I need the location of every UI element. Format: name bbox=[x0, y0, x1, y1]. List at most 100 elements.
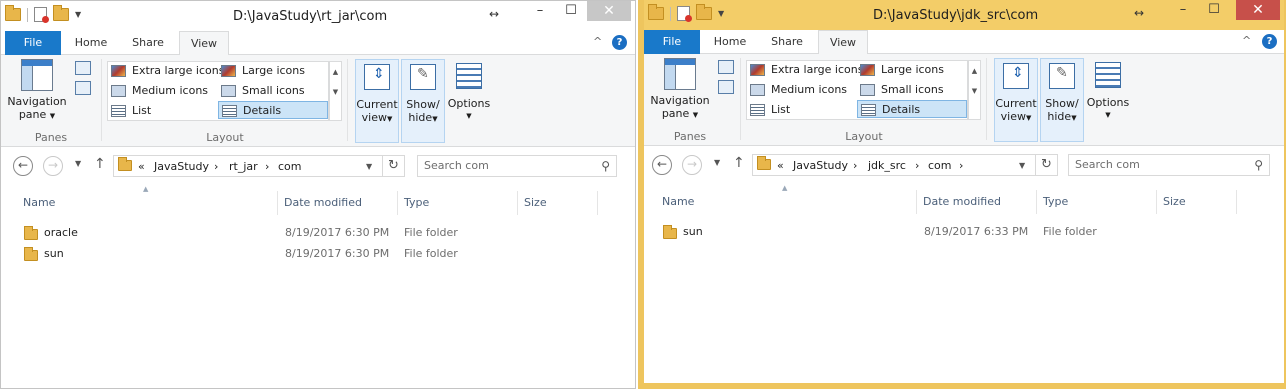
layout-extra-large-icons[interactable]: Extra large icons bbox=[108, 62, 224, 80]
help-button[interactable]: ? bbox=[612, 35, 627, 50]
options-button[interactable]: Options ▼ bbox=[447, 59, 491, 143]
maximize-button[interactable]: ☐ bbox=[556, 1, 586, 21]
layout-extra-large-icons[interactable]: Extra large icons bbox=[747, 61, 863, 79]
search-input[interactable] bbox=[424, 159, 574, 172]
divider[interactable] bbox=[597, 191, 598, 215]
address-dropdown-icon[interactable]: ▼ bbox=[366, 162, 372, 171]
divider[interactable] bbox=[1036, 190, 1037, 214]
divider[interactable] bbox=[517, 191, 518, 215]
customize-toolbar-dropdown-icon[interactable]: ▼ bbox=[718, 9, 724, 18]
maximize-button[interactable]: ☐ bbox=[1199, 0, 1229, 20]
options-button[interactable]: Options ▼ bbox=[1086, 58, 1130, 142]
layout-details[interactable]: Details bbox=[218, 101, 328, 119]
tab-view[interactable]: View bbox=[818, 30, 868, 55]
recent-locations-dropdown-icon[interactable]: ▼ bbox=[714, 158, 720, 167]
layout-list[interactable]: List bbox=[108, 102, 218, 120]
folder-icon[interactable] bbox=[648, 4, 664, 20]
back-button[interactable]: ← bbox=[652, 155, 672, 175]
preview-pane-button[interactable] bbox=[75, 61, 91, 75]
search-box[interactable]: ⚲ bbox=[1068, 154, 1270, 176]
layout-medium-icons[interactable]: Medium icons bbox=[108, 82, 218, 100]
layout-small-icons[interactable]: Small icons bbox=[218, 82, 328, 100]
show-hide-button[interactable]: Show/ hide▼ bbox=[401, 59, 445, 143]
layout-large-icons[interactable]: Large icons bbox=[857, 61, 967, 79]
search-input[interactable] bbox=[1075, 158, 1225, 171]
breadcrumb-separator[interactable]: › bbox=[853, 159, 857, 172]
list-item[interactable]: sun 8/19/2017 6:30 PM File folder bbox=[24, 243, 564, 264]
list-item[interactable]: sun 8/19/2017 6:33 PM File folder bbox=[663, 221, 1203, 242]
tab-share[interactable]: Share bbox=[762, 30, 812, 54]
breadcrumb-overflow[interactable]: « bbox=[138, 160, 145, 173]
minimize-button[interactable]: – bbox=[1168, 0, 1198, 20]
tab-home[interactable]: Home bbox=[706, 30, 754, 54]
layout-details[interactable]: Details bbox=[857, 100, 967, 118]
layout-large-icons[interactable]: Large icons bbox=[218, 62, 328, 80]
current-view-button[interactable]: Current view▼ bbox=[355, 59, 399, 143]
folder-icon[interactable] bbox=[5, 5, 21, 21]
refresh-button[interactable]: ↻ bbox=[1035, 155, 1057, 175]
breadcrumb-jdk-src[interactable]: jdk_src bbox=[868, 159, 906, 172]
breadcrumb-separator[interactable]: › bbox=[265, 160, 269, 173]
current-view-button[interactable]: Current view▼ bbox=[994, 58, 1038, 142]
breadcrumb-rt-jar[interactable]: rt_jar bbox=[229, 160, 258, 173]
customize-toolbar-dropdown-icon[interactable]: ▼ bbox=[75, 10, 81, 19]
divider[interactable] bbox=[916, 190, 917, 214]
new-folder-icon[interactable] bbox=[696, 4, 712, 20]
tab-home[interactable]: Home bbox=[67, 31, 115, 55]
address-dropdown-icon[interactable]: ▼ bbox=[1019, 161, 1025, 170]
minimize-ribbon-icon[interactable]: ^ bbox=[1242, 34, 1251, 47]
column-header-date-modified[interactable]: Date modified bbox=[284, 191, 362, 215]
layout-gallery-scroll[interactable]: ▲ ▼ bbox=[968, 60, 981, 120]
column-header-size[interactable]: Size bbox=[524, 191, 547, 215]
layout-list[interactable]: List bbox=[747, 101, 857, 119]
breadcrumb-javastudy[interactable]: JavaStudy bbox=[154, 160, 209, 173]
refresh-button[interactable]: ↻ bbox=[382, 156, 404, 176]
breadcrumb-com[interactable]: com bbox=[928, 159, 952, 172]
address-bar[interactable]: « JavaStudy › jdk_src › com › ▼ ↻ bbox=[752, 154, 1058, 176]
properties-icon[interactable] bbox=[677, 6, 692, 22]
close-button[interactable]: ✕ bbox=[587, 1, 631, 21]
navigation-pane-button[interactable]: Navigation pane ▼ bbox=[650, 58, 710, 122]
tab-share[interactable]: Share bbox=[123, 31, 173, 55]
forward-button[interactable]: → bbox=[682, 155, 702, 175]
column-header-type[interactable]: Type bbox=[404, 191, 429, 215]
list-item[interactable]: oracle 8/19/2017 6:30 PM File folder bbox=[24, 222, 564, 243]
new-folder-icon[interactable] bbox=[53, 5, 69, 21]
breadcrumb-separator[interactable]: › bbox=[915, 159, 919, 172]
divider[interactable] bbox=[1236, 190, 1237, 214]
address-bar[interactable]: « JavaStudy › rt_jar › com ▼ ↻ bbox=[113, 155, 405, 177]
up-button[interactable]: ↑ bbox=[733, 155, 745, 171]
column-header-type[interactable]: Type bbox=[1043, 190, 1068, 214]
tab-file[interactable]: File bbox=[644, 30, 700, 54]
close-button[interactable]: ✕ bbox=[1236, 0, 1280, 20]
forward-button[interactable]: → bbox=[43, 156, 63, 176]
breadcrumb-separator[interactable]: › bbox=[214, 160, 218, 173]
breadcrumb-javastudy[interactable]: JavaStudy bbox=[793, 159, 848, 172]
details-pane-button[interactable] bbox=[718, 80, 734, 94]
recent-locations-dropdown-icon[interactable]: ▼ bbox=[75, 159, 81, 168]
preview-pane-button[interactable] bbox=[718, 60, 734, 74]
tab-file[interactable]: File bbox=[5, 31, 61, 55]
divider[interactable] bbox=[277, 191, 278, 215]
column-header-name[interactable]: Name bbox=[23, 191, 55, 215]
layout-small-icons[interactable]: Small icons bbox=[857, 81, 967, 99]
back-button[interactable]: ← bbox=[13, 156, 33, 176]
breadcrumb-com[interactable]: com bbox=[278, 160, 302, 173]
breadcrumb-overflow[interactable]: « bbox=[777, 159, 784, 172]
layout-gallery-scroll[interactable]: ▲ ▼ bbox=[329, 61, 342, 121]
tab-view[interactable]: View bbox=[179, 31, 229, 56]
divider[interactable] bbox=[1156, 190, 1157, 214]
help-button[interactable]: ? bbox=[1262, 34, 1277, 49]
layout-medium-icons[interactable]: Medium icons bbox=[747, 81, 857, 99]
column-header-name[interactable]: Name bbox=[662, 190, 694, 214]
navigation-pane-button[interactable]: Navigation pane ▼ bbox=[7, 59, 67, 123]
minimize-ribbon-icon[interactable]: ^ bbox=[593, 35, 602, 48]
search-box[interactable]: ⚲ bbox=[417, 155, 617, 177]
show-hide-button[interactable]: Show/ hide▼ bbox=[1040, 58, 1084, 142]
column-header-size[interactable]: Size bbox=[1163, 190, 1186, 214]
column-header-date-modified[interactable]: Date modified bbox=[923, 190, 1001, 214]
properties-icon[interactable] bbox=[34, 7, 49, 23]
up-button[interactable]: ↑ bbox=[94, 156, 106, 172]
minimize-button[interactable]: – bbox=[525, 1, 555, 21]
breadcrumb-separator[interactable]: › bbox=[959, 159, 963, 172]
